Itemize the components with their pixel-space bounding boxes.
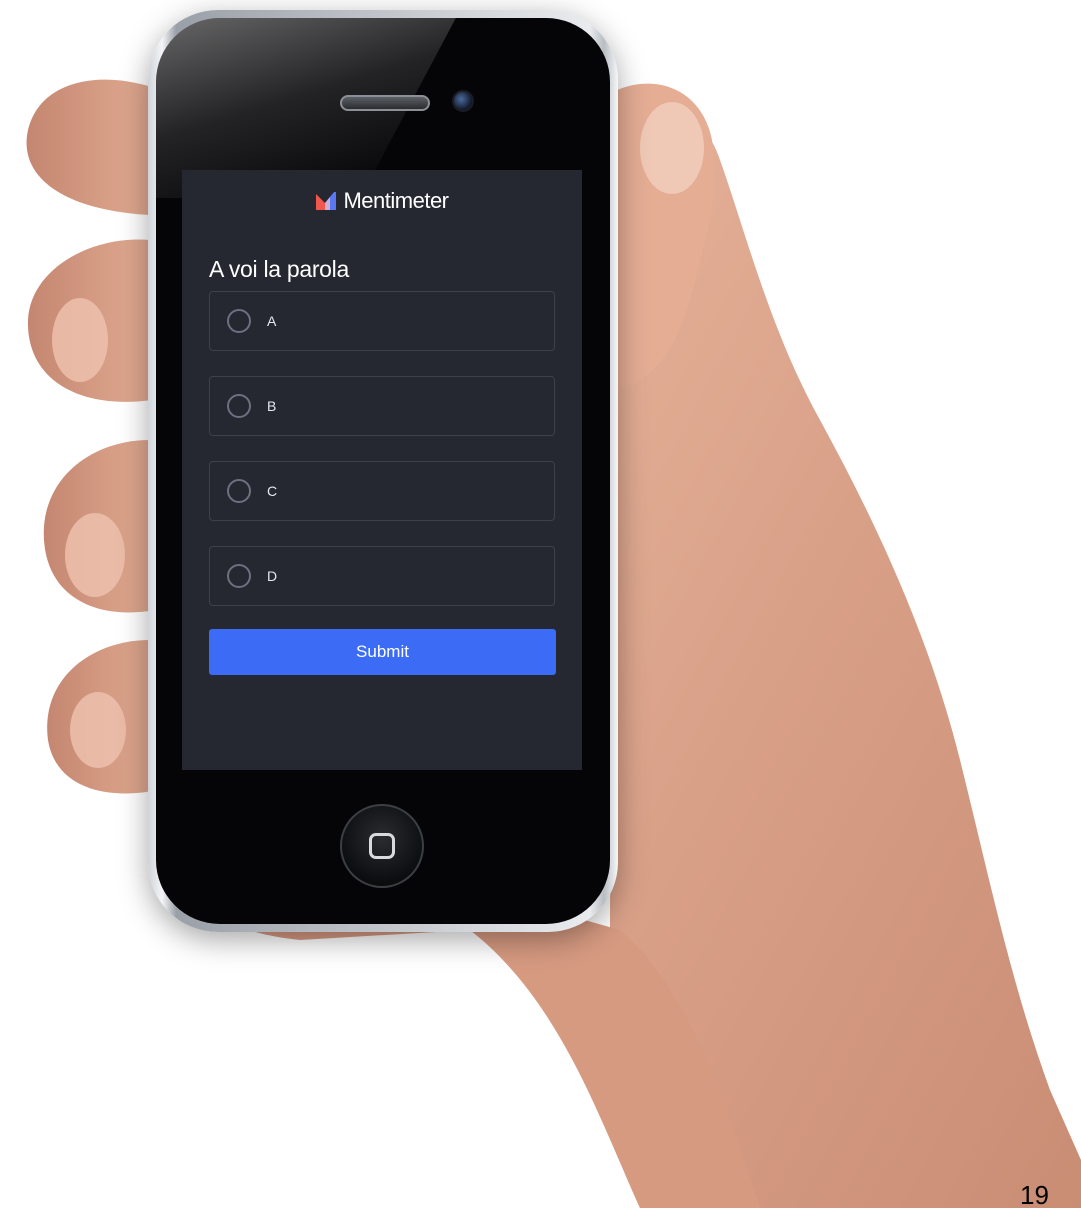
radio-icon[interactable] — [227, 479, 251, 503]
option-label: D — [267, 568, 278, 584]
option-b[interactable]: B — [209, 376, 555, 436]
option-d[interactable]: D — [209, 546, 555, 606]
option-label: C — [267, 483, 278, 499]
option-label: B — [267, 398, 277, 414]
question-title: A voi la parola — [209, 256, 349, 282]
radio-icon[interactable] — [227, 564, 251, 588]
option-a[interactable]: A — [209, 291, 555, 351]
phone-screen: Mentimeter A voi la parola A B C D Submi… — [182, 170, 582, 770]
home-square-icon — [369, 833, 395, 859]
finger-1 — [26, 79, 155, 215]
radio-icon[interactable] — [227, 309, 251, 333]
answer-options: A B C D — [209, 291, 555, 631]
brand-name: Mentimeter — [343, 188, 449, 213]
mentimeter-logo-icon — [316, 192, 337, 210]
brand-header: Mentimeter — [182, 188, 582, 214]
page-number: 19 — [1020, 1180, 1049, 1208]
option-label: A — [267, 313, 277, 329]
front-camera-icon — [452, 90, 474, 112]
option-c[interactable]: C — [209, 461, 555, 521]
thumbnail-shape — [640, 102, 704, 194]
submit-button[interactable]: Submit — [209, 629, 556, 675]
home-button[interactable] — [340, 804, 424, 888]
photo-scene: Mentimeter A voi la parola A B C D Submi… — [0, 0, 1081, 1208]
earpiece-speaker — [340, 95, 430, 111]
radio-icon[interactable] — [227, 394, 251, 418]
